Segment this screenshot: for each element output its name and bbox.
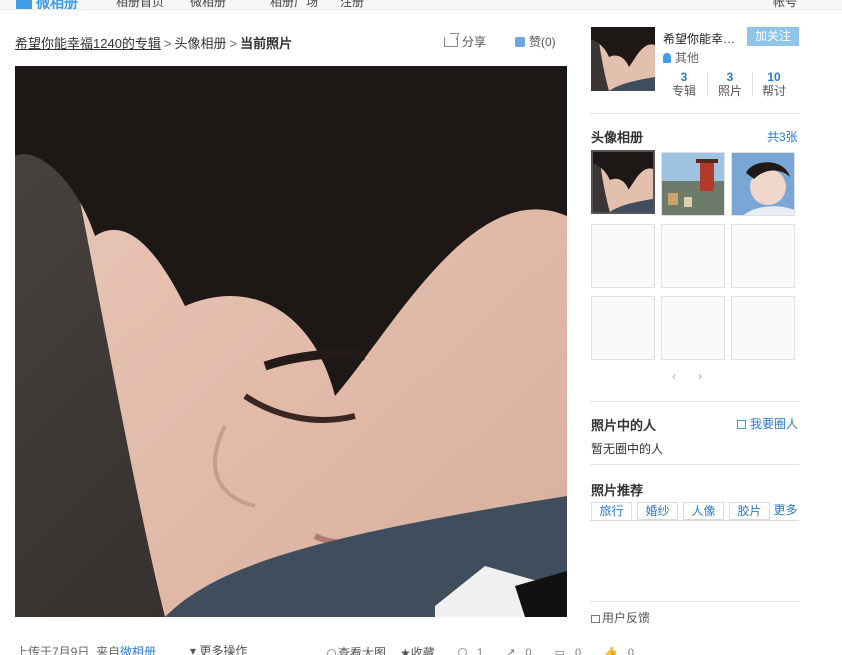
share-small-icon: ↗ (506, 647, 516, 655)
sidebar: 希望你能幸… 加关注 其他 3 专辑 3 照片 10 帮讨 头像相册 共3张 ‹… (590, 0, 800, 655)
album-thumbnail[interactable] (731, 152, 795, 216)
breadcrumb-current: 当前照片 (240, 36, 293, 51)
upload-date: 上传于7月9日 (16, 645, 90, 655)
star-icon: ★ (400, 646, 411, 655)
stat-albums-num: 3 (680, 70, 688, 84)
magnifier-icon (327, 649, 336, 655)
people-empty-text: 暂无圈中的人 (591, 442, 664, 456)
divider (590, 113, 799, 114)
divider (590, 464, 799, 465)
view-large-label: 查看大图 (338, 646, 387, 655)
album-thumbnail-selected[interactable] (591, 150, 655, 214)
from-prefix: 来自 (96, 645, 121, 655)
photo-upload-info: 上传于7月9日 来自微相册 (16, 643, 156, 655)
more-operations-dropdown[interactable]: ▾ 更多操作 (190, 642, 247, 655)
breadcrumb-album-owner[interactable]: 希望你能幸福1240的专辑 (15, 36, 161, 51)
breadcrumb-separator: > (229, 36, 238, 51)
comment-icon: ▭ (554, 647, 565, 655)
shares-stat: ↗ 0 (506, 647, 541, 655)
logo-text: 微相册 (36, 0, 78, 10)
more-operations-label: 更多操作 (199, 644, 248, 655)
share-button[interactable]: 分享 (444, 33, 486, 50)
avatar[interactable] (591, 27, 655, 91)
stat-photos-label: 照片 (717, 84, 742, 98)
people-section-title: 照片中的人 (591, 418, 657, 433)
album-count-link[interactable]: 共3张 (767, 128, 798, 145)
share-label: 分享 (462, 35, 487, 49)
tag-people-label: 我要圈人 (750, 417, 799, 431)
album-thumbnail-empty (591, 224, 655, 288)
tabs-baseline (590, 520, 799, 521)
comments-stat: ▭ 0 (555, 647, 592, 655)
stat-photos-num: 3 (726, 70, 734, 84)
user-category-label: 其他 (675, 51, 700, 65)
stat-albums[interactable]: 3 专辑 (662, 70, 706, 98)
feedback-icon (591, 615, 600, 623)
album-thumbnail-empty (591, 296, 655, 360)
tab-travel[interactable]: 旅行 (591, 502, 632, 520)
nav-item-home[interactable]: 相册首页 (116, 0, 164, 9)
thumbnails-prev-icon[interactable]: ‹ (672, 369, 676, 383)
like-button[interactable]: 赞(0) (515, 33, 556, 50)
views-stat: 1 (458, 647, 493, 655)
logo-icon (16, 0, 32, 9)
view-large-button[interactable]: 查看大图 (327, 644, 386, 655)
tag-people-button[interactable]: 我要圈人 (737, 415, 798, 432)
recommend-section-title: 照片推荐 (591, 483, 644, 498)
nav-item-plaza[interactable]: 相册广场 (270, 0, 318, 9)
album-thumbnail-empty (731, 296, 795, 360)
stat-helps-label: 帮讨 (761, 84, 786, 98)
album-thumbnail[interactable] (661, 152, 725, 216)
tag-person-icon (737, 420, 746, 429)
feedback-link[interactable]: 用户反馈 (591, 609, 650, 626)
thumbs-up-icon (515, 37, 525, 47)
stat-albums-label: 专辑 (671, 84, 696, 98)
thumbnail-image (593, 152, 653, 212)
album-thumbnail-empty (731, 224, 795, 288)
username[interactable]: 希望你能幸… (663, 30, 735, 47)
breadcrumb-album[interactable]: 头像相册 (175, 36, 227, 51)
thumbnails-next-icon[interactable]: › (698, 369, 702, 383)
favorite-button[interactable]: ★收藏 (400, 644, 435, 655)
album-thumbnail-empty (661, 296, 725, 360)
person-icon (663, 53, 671, 63)
stat-helps-num: 10 (767, 70, 781, 84)
user-category: 其他 (663, 49, 699, 66)
site-logo[interactable]: 微相册 (16, 0, 78, 10)
views-count: 1 (477, 647, 484, 655)
feedback-label: 用户反馈 (602, 611, 651, 625)
divider (590, 601, 799, 602)
share-icon (444, 37, 458, 47)
stat-helps[interactable]: 10 帮讨 (752, 70, 796, 98)
tab-wedding[interactable]: 婚纱 (637, 502, 678, 520)
shares-count: 0 (525, 647, 532, 655)
follow-button[interactable]: 加关注 (747, 27, 799, 46)
tab-more[interactable]: 更多 (772, 502, 799, 520)
tab-film[interactable]: 胶片 (729, 502, 770, 520)
breadcrumb: 希望你能幸福1240的专辑 > 头像相册 > 当前照片 (15, 33, 292, 52)
tab-portrait[interactable]: 人像 (683, 502, 724, 520)
main-photo[interactable] (15, 66, 567, 617)
divider (590, 401, 799, 402)
eye-icon (458, 648, 467, 655)
album-panel-title: 头像相册 (591, 130, 644, 145)
thumbnail-image (732, 153, 794, 215)
like-label: 赞(0) (529, 35, 556, 49)
nav-item-micro-album[interactable]: 微相册 (190, 0, 226, 9)
stat-photos[interactable]: 3 照片 (708, 70, 752, 98)
portrait-image (15, 66, 567, 617)
thumbnail-image (662, 153, 724, 215)
source-link[interactable]: 微相册 (120, 645, 156, 655)
breadcrumb-separator: > (163, 36, 172, 51)
comments-count: 0 (575, 647, 582, 655)
avatar-image (591, 27, 655, 91)
favorite-label: 收藏 (410, 646, 435, 655)
album-thumbnail-empty (661, 224, 725, 288)
nav-item-register[interactable]: 注册 (340, 0, 364, 9)
